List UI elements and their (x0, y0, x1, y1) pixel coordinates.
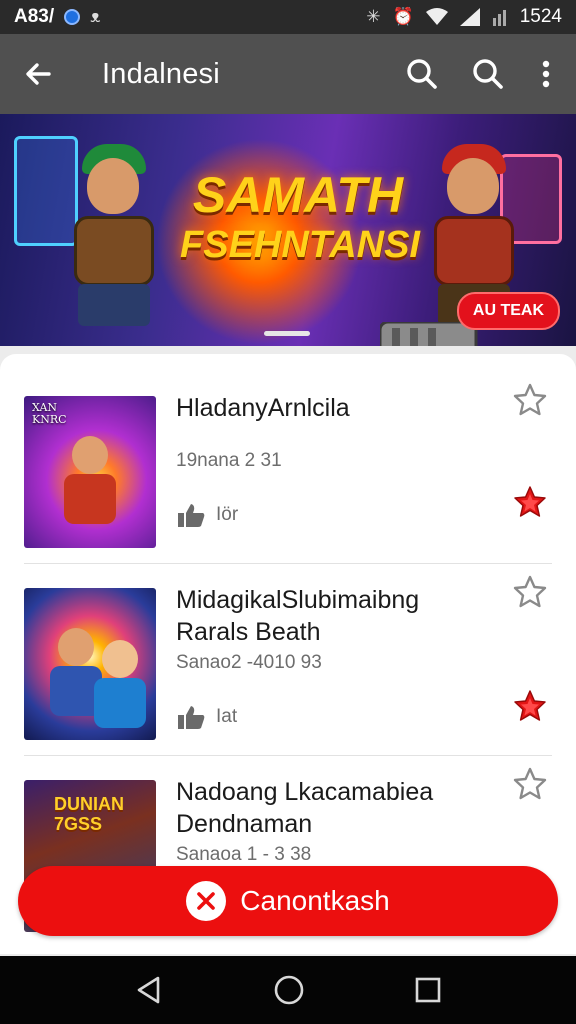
nav-back-icon[interactable] (134, 975, 164, 1005)
search-icon[interactable] (402, 54, 442, 94)
cancel-cash-button[interactable]: Canontkash (18, 866, 558, 936)
like-count-text: Iör (216, 504, 239, 525)
system-nav-bar (0, 956, 576, 1024)
back-arrow-icon[interactable] (18, 54, 58, 94)
wifi-icon (425, 8, 448, 25)
star-filled-icon[interactable] (512, 484, 548, 520)
signal-2-icon (492, 10, 506, 26)
banner-pager-indicator (264, 331, 310, 336)
list-item[interactable]: XAN KNRC HladanyArnlcila 19nana 2 31 Iör (24, 372, 552, 564)
status-bar: A83/ ᴥ ✳ ⏰ 1524 (0, 0, 576, 34)
notification-dot-icon (64, 9, 81, 25)
game-meta: 19nana 2 31 (176, 450, 282, 471)
like-count-text: Iat (216, 706, 238, 727)
more-vert-icon[interactable] (534, 54, 558, 94)
signal-icon (459, 8, 480, 26)
featured-banner[interactable]: SAMATH FSEHNTANSI AU TEAK (0, 114, 576, 346)
star-outline-icon[interactable] (512, 574, 548, 610)
close-circle-icon (186, 881, 227, 921)
game-title[interactable]: MidagikalSlubimaibng Rarals Beath (176, 584, 496, 648)
star-filled-icon[interactable] (512, 688, 548, 724)
game-list-sheet: XAN KNRC HladanyArnlcila 19nana 2 31 Iör (0, 346, 576, 956)
status-carrier-text: A83/ (14, 6, 55, 27)
bluetooth-icon: ✳ (366, 7, 381, 27)
thumbnail-caption: DUNIAN 7GSS (54, 794, 124, 834)
cta-label: Canontkash (240, 885, 390, 916)
star-outline-icon[interactable] (512, 382, 548, 418)
thumbs-up-icon (178, 504, 205, 527)
clock-text: 1524 (519, 6, 562, 27)
game-title[interactable]: HladanyArnlcila (176, 392, 496, 424)
game-title[interactable]: Nadoang Lkacamabiea Dendnaman (176, 776, 496, 840)
game-list: XAN KNRC HladanyArnlcila 19nana 2 31 Iör (0, 354, 576, 954)
alarm-icon: ⏰ (392, 7, 414, 27)
game-meta: Sanaoa 1 - 3 38 (176, 844, 312, 865)
search-icon-secondary[interactable] (468, 54, 508, 94)
thumbnail-caption: XAN KNRC (32, 401, 67, 426)
like-count[interactable]: Iat (176, 704, 237, 730)
nav-recents-icon[interactable] (414, 976, 442, 1004)
thumbs-up-icon (178, 706, 205, 729)
page-title: Indalnesi (102, 57, 220, 90)
banner-subtitle: FSEHNTANSI (180, 224, 420, 266)
app-bar: Indalnesi (0, 34, 576, 114)
game-thumbnail[interactable]: XAN KNRC (24, 396, 156, 548)
banner-title: SAMATH (192, 167, 404, 223)
list-item[interactable]: MidagikalSlubimaibng Rarals Beath Sanao2… (24, 564, 552, 756)
game-meta: Sanao2 -4010 93 (176, 652, 322, 673)
star-outline-icon[interactable] (512, 766, 548, 802)
game-thumbnail[interactable] (24, 588, 156, 740)
banner-badge-button[interactable]: AU TEAK (456, 292, 560, 330)
nav-home-icon[interactable] (273, 974, 305, 1006)
like-count[interactable]: Iör (176, 502, 238, 528)
notification-glyph-icon: ᴥ (90, 7, 101, 27)
